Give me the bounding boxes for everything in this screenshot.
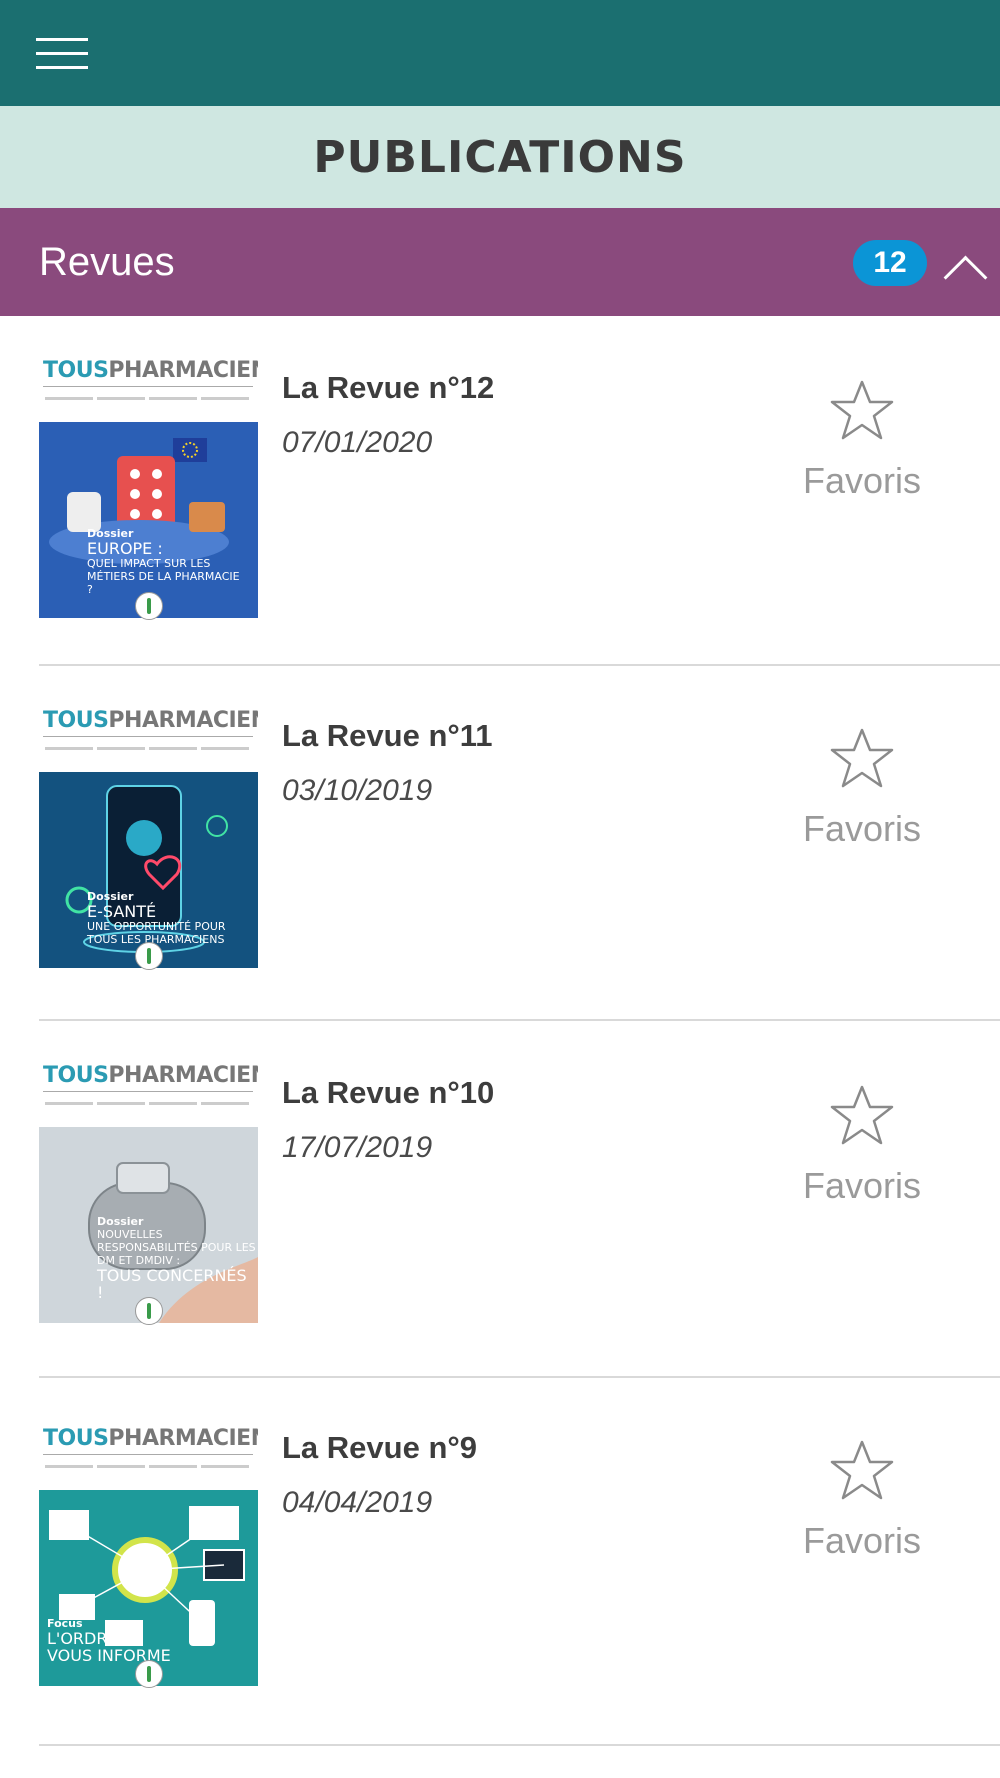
section-title: Revues <box>39 240 175 284</box>
favoris-button[interactable]: Favoris <box>790 378 930 518</box>
cover-brand: TOUSPHARMACIENS <box>43 358 258 383</box>
cover-thumbnail[interactable]: TOUSPHARMACIENS <box>39 1424 258 1694</box>
cover-brand: TOUSPHARMACIENS <box>43 708 258 733</box>
favoris-button[interactable]: Favoris <box>790 1438 930 1578</box>
favoris-label: Favoris <box>802 808 922 849</box>
list-item: TOUSPHARMACIENS Dossier E-SANTÉ UNE OPPO… <box>0 666 1000 1021</box>
cover-art: Dossier EUROPE : QUEL IMPACT SUR LES MÉT… <box>39 422 258 618</box>
list-item: TOUSPHARMACIENS Dossier EUROPE : <box>0 316 1000 666</box>
favoris-label: Favoris <box>802 1520 922 1561</box>
revue-date: 04/04/2019 <box>282 1486 433 1519</box>
cover-thumbnail[interactable]: TOUSPHARMACIENS Dossier EUROPE : <box>39 356 258 626</box>
list-item: TOUSPHARMACIENS <box>0 1378 1000 1743</box>
favoris-label: Favoris <box>802 1165 922 1206</box>
revue-date: 17/07/2019 <box>282 1131 433 1164</box>
revue-date: 07/01/2020 <box>282 426 433 459</box>
cover-thumbnail[interactable]: TOUSPHARMACIENS Dossier NOUVELLES RESPON… <box>39 1061 258 1331</box>
cover-brand: TOUSPHARMACIENS <box>43 1426 258 1451</box>
page-title: PUBLICATIONS <box>313 131 687 183</box>
cover-art: Dossier E-SANTÉ UNE OPPORTUNITÉ POUR TOU… <box>39 772 258 968</box>
page-title-bar: PUBLICATIONS <box>0 106 1000 208</box>
star-icon <box>830 728 894 788</box>
favoris-button[interactable]: Favoris <box>790 726 930 866</box>
revue-title[interactable]: La Revue n°11 <box>282 718 493 754</box>
star-icon <box>830 1085 894 1145</box>
revue-title[interactable]: La Revue n°10 <box>282 1075 494 1111</box>
list-item: TOUSPHARMACIENS Dossier NOUVELLES RESPON… <box>0 1021 1000 1378</box>
ordre-seal-icon <box>135 592 163 620</box>
divider <box>39 1744 1000 1746</box>
revue-title[interactable]: La Revue n°9 <box>282 1430 477 1466</box>
cover-thumbnail[interactable]: TOUSPHARMACIENS Dossier E-SANTÉ UNE OPPO… <box>39 706 258 976</box>
revue-date: 03/10/2019 <box>282 774 433 807</box>
top-app-bar <box>0 0 1000 106</box>
hamburger-menu-icon[interactable] <box>36 38 88 70</box>
cover-art: Dossier NOUVELLES RESPONSABILITÉS POUR L… <box>39 1127 258 1323</box>
favoris-button[interactable]: Favoris <box>790 1083 930 1223</box>
count-badge: 12 <box>853 240 927 286</box>
ordre-seal-icon <box>135 1297 163 1325</box>
favoris-label: Favoris <box>802 460 922 501</box>
cover-brand: TOUSPHARMACIENS <box>43 1063 258 1088</box>
revue-title[interactable]: La Revue n°12 <box>282 370 494 406</box>
cover-art: Focus L'ORDRE VOUS INFORME <box>39 1490 258 1686</box>
section-header-revues[interactable]: Revues <box>0 208 1000 316</box>
star-icon <box>830 1440 894 1500</box>
star-icon <box>830 380 894 440</box>
ordre-seal-icon <box>135 942 163 970</box>
ordre-seal-icon <box>135 1660 163 1688</box>
